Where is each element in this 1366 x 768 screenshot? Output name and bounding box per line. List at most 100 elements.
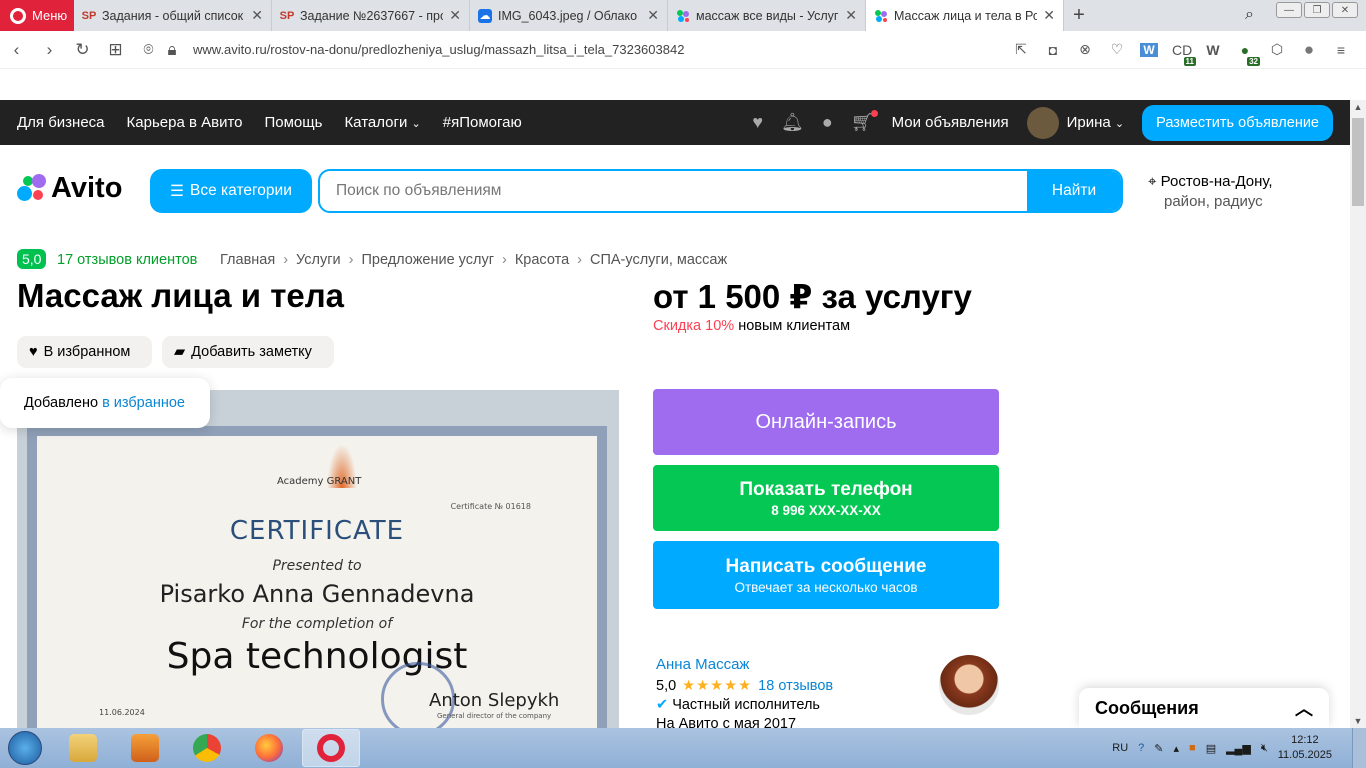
scroll-up-icon[interactable]: ▲ bbox=[1350, 102, 1366, 112]
certificate-image: Academy GRANT Certificate № 01618 CERTIF… bbox=[27, 426, 607, 728]
breadcrumb-item[interactable]: Услуги bbox=[296, 252, 341, 268]
taskbar-firefox[interactable] bbox=[240, 729, 298, 767]
show-desktop-button[interactable] bbox=[1352, 728, 1366, 768]
location-selector[interactable]: ⌖ Ростов-на-Дону, район, радиус bbox=[1148, 172, 1273, 212]
logo-text: Avito bbox=[51, 172, 123, 204]
nav-link-ihelp[interactable]: #яПомогаю bbox=[443, 114, 522, 131]
camera-icon[interactable]: ◘ bbox=[1044, 42, 1062, 58]
green-extension-icon[interactable]: ● 32 bbox=[1236, 42, 1260, 66]
opera-menu-button[interactable]: Меню bbox=[0, 0, 74, 31]
easy-setup-icon[interactable]: ≡ bbox=[1332, 42, 1350, 58]
close-window-button[interactable]: ✕ bbox=[1332, 2, 1358, 18]
breadcrumb-item[interactable]: Главная bbox=[220, 252, 275, 268]
toast-text: Добавлено bbox=[24, 395, 99, 411]
profile-icon[interactable]: ● bbox=[1300, 40, 1318, 60]
pen-icon[interactable]: ✎ bbox=[1154, 742, 1163, 755]
avito-logo[interactable]: Avito bbox=[17, 172, 122, 205]
breadcrumb-item[interactable]: Предложение услуг bbox=[361, 252, 494, 268]
discount-text: новым клиентам bbox=[738, 318, 851, 334]
word-extension-icon[interactable]: W bbox=[1140, 42, 1158, 57]
close-tab-icon[interactable]: ✕ bbox=[1043, 7, 1055, 24]
toast-favorites-link[interactable]: в избранное bbox=[102, 395, 185, 411]
heart-icon[interactable]: ♡ bbox=[1108, 41, 1126, 58]
cd-extension-icon[interactable]: CD 11 bbox=[1172, 42, 1196, 66]
tab-search-icon[interactable]: ⌕ bbox=[1245, 6, 1254, 24]
reload-icon[interactable]: ↻ bbox=[66, 40, 99, 60]
taskbar-media[interactable] bbox=[116, 729, 174, 767]
breadcrumb-chevron-icon: › bbox=[283, 252, 289, 268]
show-phone-button[interactable]: Показать телефон 8 996 XXX-XX-XX bbox=[653, 465, 999, 531]
speed-dial-icon[interactable]: ⊞ bbox=[99, 40, 132, 60]
user-avatar bbox=[1026, 106, 1059, 139]
user-menu[interactable]: Ирина ⌄ bbox=[1026, 106, 1124, 139]
my-ads-link[interactable]: Мои объявления bbox=[892, 114, 1009, 131]
tray-expand-icon[interactable]: ▴ bbox=[1174, 742, 1180, 755]
cube-extension-icon[interactable]: ⬡ bbox=[1268, 41, 1286, 58]
minimize-button[interactable]: — bbox=[1276, 2, 1302, 18]
adblock-icon[interactable]: ⊗ bbox=[1076, 41, 1094, 58]
price: от 1 500 ₽ за услугу bbox=[653, 278, 972, 315]
online-booking-button[interactable]: Онлайн-запись bbox=[653, 389, 999, 455]
online-booking-label: Онлайн-запись bbox=[755, 410, 897, 433]
favorite-toast: Добавлено в избранное bbox=[0, 378, 210, 428]
search-button[interactable]: Найти bbox=[1027, 171, 1121, 211]
breadcrumb-item[interactable]: Красота bbox=[515, 252, 569, 268]
post-ad-button[interactable]: Разместить объявление bbox=[1142, 104, 1333, 141]
browser-tab-active[interactable]: Массаж лица и тела в Рос ✕ bbox=[866, 0, 1064, 31]
nav-link-catalogs[interactable]: Каталоги ⌄ bbox=[344, 114, 420, 131]
maximize-button[interactable]: ❐ bbox=[1304, 2, 1330, 18]
seller-reviews-link[interactable]: 18 отзывов bbox=[758, 678, 833, 694]
cart-icon[interactable]: 🛒︎ bbox=[851, 110, 878, 133]
search-input[interactable]: Поиск по объявлениям bbox=[320, 182, 1027, 200]
messages-chat-icon[interactable]: ● bbox=[822, 112, 833, 133]
nav-link-help[interactable]: Помощь bbox=[265, 114, 323, 131]
back-icon[interactable]: ‹ bbox=[0, 40, 33, 60]
wiki-extension-icon[interactable]: W bbox=[1204, 42, 1222, 58]
listing-photo[interactable]: Academy GRANT Certificate № 01618 CERTIF… bbox=[17, 390, 619, 728]
nav-link-business[interactable]: Для бизнеса bbox=[17, 114, 105, 131]
scroll-down-icon[interactable]: ▼ bbox=[1350, 716, 1366, 726]
page-scrollbar[interactable]: ▲ ▼ bbox=[1350, 100, 1366, 728]
browser-tab[interactable]: SP Задание №2637667 - прос ✕ bbox=[272, 0, 470, 31]
lock-icon[interactable]: 🔒︎ bbox=[165, 40, 179, 60]
close-tab-icon[interactable]: ✕ bbox=[251, 7, 263, 24]
start-button[interactable] bbox=[0, 728, 50, 768]
tray-device-icon[interactable]: ▤ bbox=[1206, 742, 1216, 755]
browser-tab[interactable]: SP Задания - общий список з ✕ bbox=[74, 0, 272, 31]
nav-link-career[interactable]: Карьера в Авито bbox=[127, 114, 243, 131]
write-message-button[interactable]: Написать сообщение Отвечает за несколько… bbox=[653, 541, 999, 609]
volume-muted-icon[interactable]: 🔇︎ bbox=[1261, 742, 1268, 755]
favorites-heart-icon[interactable]: ♥ bbox=[752, 112, 763, 133]
location-pin-icon[interactable]: ⌾ bbox=[132, 40, 165, 60]
notifications-bell-icon[interactable]: 🔔︎ bbox=[781, 112, 804, 133]
messages-panel[interactable]: Сообщения ︿ bbox=[1079, 688, 1329, 728]
share-icon[interactable]: ⇱ bbox=[1012, 41, 1030, 58]
reviews-link[interactable]: 17 отзывов клиентов bbox=[57, 252, 197, 268]
seller-avatar[interactable] bbox=[939, 655, 999, 715]
taskbar-chrome[interactable] bbox=[178, 729, 236, 767]
top-navigation: Для бизнеса Карьера в Авито Помощь Катал… bbox=[0, 100, 1350, 145]
clock[interactable]: 12:12 11.05.2025 bbox=[1278, 733, 1332, 763]
seller-name-link[interactable]: Анна Массаж bbox=[656, 656, 749, 673]
language-indicator[interactable]: RU bbox=[1112, 742, 1128, 754]
taskbar-opera[interactable] bbox=[302, 729, 360, 767]
forward-icon[interactable]: › bbox=[33, 40, 66, 60]
all-categories-button[interactable]: ☰ Все категории bbox=[150, 169, 312, 213]
browser-tab[interactable]: ☁ IMG_6043.jpeg / Облако М ✕ bbox=[470, 0, 668, 31]
add-note-button[interactable]: ▰ Добавить заметку bbox=[162, 336, 334, 368]
scrollbar-thumb[interactable] bbox=[1352, 118, 1364, 206]
new-tab-button[interactable]: + bbox=[1064, 0, 1094, 31]
close-tab-icon[interactable]: ✕ bbox=[647, 7, 659, 24]
url-field[interactable]: www.avito.ru/rostov-na-donu/predlozheniy… bbox=[193, 42, 1012, 57]
favorite-button[interactable]: ♥ В избранном bbox=[17, 336, 152, 368]
close-tab-icon[interactable]: ✕ bbox=[845, 7, 857, 24]
chevron-up-icon[interactable]: ︿ bbox=[1295, 695, 1313, 721]
breadcrumb-chevron-icon: › bbox=[348, 252, 354, 268]
help-icon[interactable]: ? bbox=[1138, 742, 1144, 754]
tray-app-icon[interactable]: ■ bbox=[1189, 742, 1196, 754]
breadcrumb-item[interactable]: СПА-услуги, массаж bbox=[590, 252, 727, 268]
taskbar-explorer[interactable] bbox=[54, 729, 112, 767]
close-tab-icon[interactable]: ✕ bbox=[449, 7, 461, 24]
network-icon[interactable]: ▂▄▆ bbox=[1226, 742, 1251, 755]
browser-tab[interactable]: массаж все виды - Услуги ✕ bbox=[668, 0, 866, 31]
